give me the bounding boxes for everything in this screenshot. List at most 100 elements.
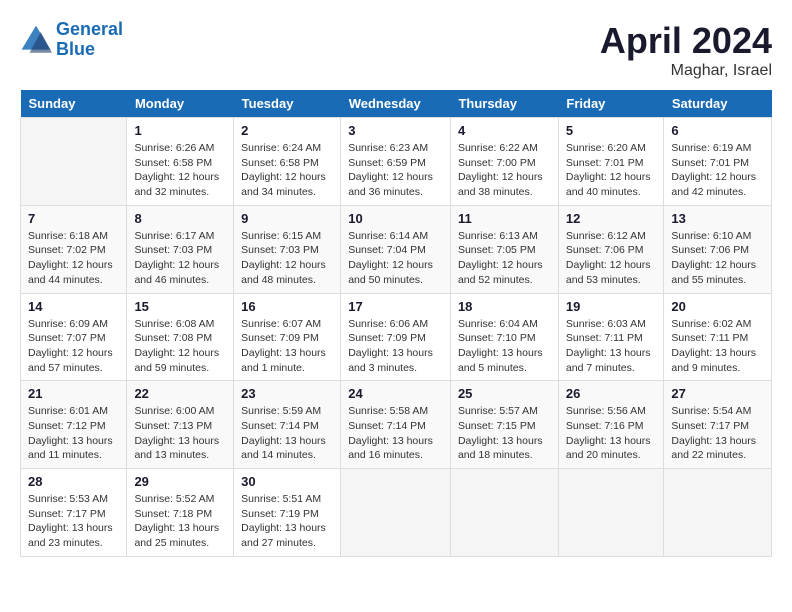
day-info: Sunrise: 6:19 AMSunset: 7:01 PMDaylight:… — [671, 141, 764, 200]
day-cell — [450, 469, 558, 557]
day-number: 22 — [134, 386, 226, 401]
day-info: Sunrise: 6:22 AMSunset: 7:00 PMDaylight:… — [458, 141, 551, 200]
day-info: Sunrise: 6:04 AMSunset: 7:10 PMDaylight:… — [458, 317, 551, 376]
day-number: 26 — [566, 386, 657, 401]
day-cell: 4 Sunrise: 6:22 AMSunset: 7:00 PMDaylight… — [450, 118, 558, 206]
logo-icon — [20, 24, 52, 56]
day-info: Sunrise: 6:24 AMSunset: 6:58 PMDaylight:… — [241, 141, 333, 200]
day-number: 6 — [671, 123, 764, 138]
day-cell: 17 Sunrise: 6:06 AMSunset: 7:09 PMDayligh… — [341, 293, 451, 381]
day-cell: 26 Sunrise: 5:56 AMSunset: 7:16 PMDayligh… — [558, 381, 664, 469]
page-header: General Blue April 2024 Maghar, Israel — [20, 20, 772, 80]
logo-text: General Blue — [56, 20, 123, 60]
day-cell: 2 Sunrise: 6:24 AMSunset: 6:58 PMDaylight… — [234, 118, 341, 206]
day-cell: 21 Sunrise: 6:01 AMSunset: 7:12 PMDayligh… — [21, 381, 127, 469]
day-number: 25 — [458, 386, 551, 401]
day-cell — [21, 118, 127, 206]
location: Maghar, Israel — [600, 62, 772, 80]
day-number: 18 — [458, 299, 551, 314]
day-info: Sunrise: 6:08 AMSunset: 7:08 PMDaylight:… — [134, 317, 226, 376]
day-info: Sunrise: 6:17 AMSunset: 7:03 PMDaylight:… — [134, 229, 226, 288]
day-info: Sunrise: 6:00 AMSunset: 7:13 PMDaylight:… — [134, 404, 226, 463]
day-cell: 28Sunrise: 5:53 AMSunset: 7:17 PMDayligh… — [21, 469, 127, 557]
day-number: 8 — [134, 211, 226, 226]
day-number: 20 — [671, 299, 764, 314]
day-cell: 16 Sunrise: 6:07 AMSunset: 7:09 PMDayligh… — [234, 293, 341, 381]
logo-line2: Blue — [56, 39, 95, 59]
day-number: 21 — [28, 386, 119, 401]
day-number: 7 — [28, 211, 119, 226]
day-cell: 1 Sunrise: 6:26 AMSunset: 6:58 PMDaylight… — [127, 118, 234, 206]
day-cell: 10Sunrise: 6:14 AMSunset: 7:04 PMDayligh… — [341, 205, 451, 293]
day-cell — [558, 469, 664, 557]
day-number: 17 — [348, 299, 443, 314]
day-info: Sunrise: 6:26 AMSunset: 6:58 PMDaylight:… — [134, 141, 226, 200]
day-number: 13 — [671, 211, 764, 226]
day-cell: 19 Sunrise: 6:03 AMSunset: 7:11 PMDayligh… — [558, 293, 664, 381]
day-cell: 15 Sunrise: 6:08 AMSunset: 7:08 PMDayligh… — [127, 293, 234, 381]
day-number: 15 — [134, 299, 226, 314]
day-info: Sunrise: 6:23 AMSunset: 6:59 PMDaylight:… — [348, 141, 443, 200]
day-cell: 23 Sunrise: 5:59 AMSunset: 7:14 PMDayligh… — [234, 381, 341, 469]
title-block: April 2024 Maghar, Israel — [600, 20, 772, 80]
day-info: Sunrise: 6:12 AMSunset: 7:06 PMDaylight:… — [566, 229, 657, 288]
header-day-sunday: Sunday — [21, 90, 127, 118]
day-info: Sunrise: 6:03 AMSunset: 7:11 PMDaylight:… — [566, 317, 657, 376]
day-cell: 22 Sunrise: 6:00 AMSunset: 7:13 PMDayligh… — [127, 381, 234, 469]
day-info: Sunrise: 6:09 AMSunset: 7:07 PMDaylight:… — [28, 317, 119, 376]
day-number: 14 — [28, 299, 119, 314]
week-row-5: 28Sunrise: 5:53 AMSunset: 7:17 PMDayligh… — [21, 469, 772, 557]
day-cell: 29 Sunrise: 5:52 AMSunset: 7:18 PMDayligh… — [127, 469, 234, 557]
day-number: 29 — [134, 474, 226, 489]
day-cell: 24Sunrise: 5:58 AMSunset: 7:14 PMDayligh… — [341, 381, 451, 469]
day-cell: 30 Sunrise: 5:51 AMSunset: 7:19 PMDayligh… — [234, 469, 341, 557]
day-number: 3 — [348, 123, 443, 138]
day-cell: 25 Sunrise: 5:57 AMSunset: 7:15 PMDayligh… — [450, 381, 558, 469]
day-cell: 12 Sunrise: 6:12 AMSunset: 7:06 PMDayligh… — [558, 205, 664, 293]
day-info: Sunrise: 6:18 AMSunset: 7:02 PMDaylight:… — [28, 229, 119, 288]
day-cell — [664, 469, 772, 557]
day-number: 2 — [241, 123, 333, 138]
day-info: Sunrise: 6:06 AMSunset: 7:09 PMDaylight:… — [348, 317, 443, 376]
week-row-4: 21 Sunrise: 6:01 AMSunset: 7:12 PMDayligh… — [21, 381, 772, 469]
week-row-2: 7 Sunrise: 6:18 AMSunset: 7:02 PMDaylight… — [21, 205, 772, 293]
day-info: Sunrise: 5:59 AMSunset: 7:14 PMDaylight:… — [241, 404, 333, 463]
day-info: Sunrise: 5:51 AMSunset: 7:19 PMDaylight:… — [241, 492, 333, 551]
day-cell: 3 Sunrise: 6:23 AMSunset: 6:59 PMDaylight… — [341, 118, 451, 206]
day-info: Sunrise: 5:57 AMSunset: 7:15 PMDaylight:… — [458, 404, 551, 463]
day-cell: 27Sunrise: 5:54 AMSunset: 7:17 PMDayligh… — [664, 381, 772, 469]
day-number: 16 — [241, 299, 333, 314]
day-number: 28 — [28, 474, 119, 489]
day-number: 23 — [241, 386, 333, 401]
day-info: Sunrise: 6:01 AMSunset: 7:12 PMDaylight:… — [28, 404, 119, 463]
day-number: 4 — [458, 123, 551, 138]
month-title: April 2024 — [600, 20, 772, 62]
day-number: 1 — [134, 123, 226, 138]
day-cell: 20 Sunrise: 6:02 AMSunset: 7:11 PMDayligh… — [664, 293, 772, 381]
day-number: 12 — [566, 211, 657, 226]
day-cell: 6 Sunrise: 6:19 AMSunset: 7:01 PMDaylight… — [664, 118, 772, 206]
day-info: Sunrise: 6:13 AMSunset: 7:05 PMDaylight:… — [458, 229, 551, 288]
day-cell: 8 Sunrise: 6:17 AMSunset: 7:03 PMDaylight… — [127, 205, 234, 293]
day-info: Sunrise: 6:02 AMSunset: 7:11 PMDaylight:… — [671, 317, 764, 376]
week-row-3: 14 Sunrise: 6:09 AMSunset: 7:07 PMDayligh… — [21, 293, 772, 381]
logo: General Blue — [20, 20, 123, 60]
header-day-friday: Friday — [558, 90, 664, 118]
day-number: 10 — [348, 211, 443, 226]
day-cell: 13Sunrise: 6:10 AMSunset: 7:06 PMDayligh… — [664, 205, 772, 293]
day-cell: 14 Sunrise: 6:09 AMSunset: 7:07 PMDayligh… — [21, 293, 127, 381]
day-info: Sunrise: 6:07 AMSunset: 7:09 PMDaylight:… — [241, 317, 333, 376]
calendar-header-row: SundayMondayTuesdayWednesdayThursdayFrid… — [21, 90, 772, 118]
day-cell: 7 Sunrise: 6:18 AMSunset: 7:02 PMDaylight… — [21, 205, 127, 293]
week-row-1: 1 Sunrise: 6:26 AMSunset: 6:58 PMDaylight… — [21, 118, 772, 206]
header-day-saturday: Saturday — [664, 90, 772, 118]
header-day-thursday: Thursday — [450, 90, 558, 118]
day-cell: 5Sunrise: 6:20 AMSunset: 7:01 PMDaylight… — [558, 118, 664, 206]
day-cell: 18 Sunrise: 6:04 AMSunset: 7:10 PMDayligh… — [450, 293, 558, 381]
day-number: 19 — [566, 299, 657, 314]
day-cell — [341, 469, 451, 557]
day-info: Sunrise: 5:56 AMSunset: 7:16 PMDaylight:… — [566, 404, 657, 463]
header-day-tuesday: Tuesday — [234, 90, 341, 118]
day-number: 30 — [241, 474, 333, 489]
day-info: Sunrise: 5:52 AMSunset: 7:18 PMDaylight:… — [134, 492, 226, 551]
